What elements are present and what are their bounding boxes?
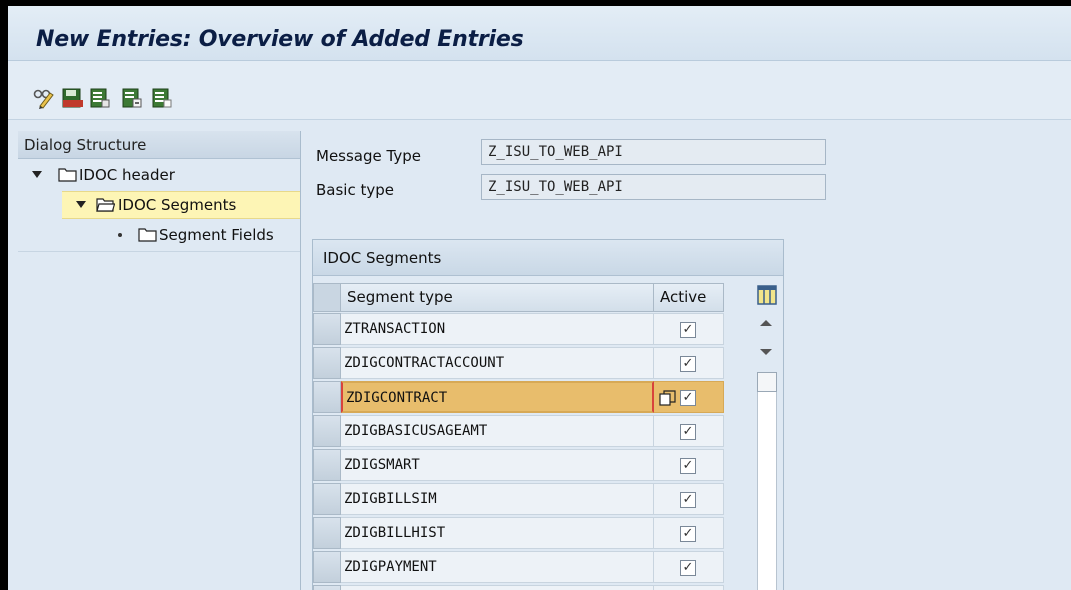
scroll-up-icon[interactable] [760,320,772,326]
table-header-row: Segment type Active [313,283,783,312]
active-cell: ✓ [654,347,724,379]
row-selector[interactable] [313,483,341,515]
open-folder-icon [96,198,115,212]
table-row[interactable] [313,584,733,590]
vertical-scrollbar[interactable] [753,312,781,590]
active-cell: ✓ [654,449,724,481]
deselect-all-icon[interactable] [150,86,174,110]
table-row[interactable]: ZDIGSMART ✓ [313,448,733,482]
expand-triangle-icon[interactable] [32,171,42,178]
tree-item-label: IDOC header [79,166,175,184]
table-row[interactable]: ZDIGBILLSIM ✓ [313,482,733,516]
active-checkbox[interactable]: ✓ [680,526,696,542]
change-display-icon[interactable] [32,86,56,110]
scrollbar-track[interactable] [757,372,777,590]
save-icon[interactable] [60,86,84,110]
active-cell: ✓ [654,415,724,447]
row-selector[interactable] [313,381,341,413]
active-checkbox[interactable]: ✓ [680,356,696,372]
active-checkbox[interactable]: ✓ [680,560,696,576]
dialog-structure-header: Dialog Structure [18,131,300,159]
dialog-structure-pane: Dialog Structure IDOC header IDOC Segmen… [18,131,301,590]
table-row[interactable]: ZDIGCONTRACTACCOUNT ✓ [313,346,733,380]
segment-type-cell[interactable]: ZDIGBASICUSAGEAMT [341,415,654,447]
table-row[interactable]: ZTRANSACTION ✓ [313,312,733,346]
row-selector[interactable] [313,415,341,447]
basic-type-label: Basic type [316,181,394,199]
table-row[interactable]: ZDIGPAYMENT ✓ [313,550,733,584]
basic-type-field[interactable]: Z_ISU_TO_WEB_API [481,174,826,200]
active-checkbox[interactable]: ✓ [680,458,696,474]
tree-item-label: IDOC Segments [118,196,237,214]
active-cell [654,585,724,590]
row-selector[interactable] [313,517,341,549]
tree-item-segment-fields[interactable]: Segment Fields [108,221,300,249]
tree-item-idoc-segments[interactable]: IDOC Segments [62,191,300,219]
table-settings-icon[interactable] [757,285,777,305]
active-cell: ✓ [654,517,724,549]
application-toolbar [8,61,1071,120]
page-title: New Entries: Overview of Added Entries [36,27,524,52]
active-checkbox[interactable]: ✓ [680,424,696,440]
table-row[interactable]: ZDIGBASICUSAGEAMT ✓ [313,414,733,448]
row-selector[interactable] [313,449,341,481]
active-cell: ✓ [654,551,724,583]
column-header-segment-type[interactable]: Segment type [341,283,654,312]
select-block-icon[interactable] [120,86,144,110]
segment-type-cell[interactable] [341,585,654,590]
copy-icon[interactable] [659,390,676,406]
table-title: IDOC Segments [313,240,783,276]
segment-type-cell[interactable]: ZDIGCONTRACT [341,381,654,413]
idoc-segments-table: IDOC Segments Segment type Active ZTRANS… [312,239,784,590]
sap-window: New Entries: Overview of Added Entries D… [8,6,1071,590]
active-checkbox[interactable]: ✓ [680,322,696,338]
table-row[interactable]: ZDIGBILLHIST ✓ [313,516,733,550]
active-checkbox[interactable]: ✓ [680,390,696,406]
active-checkbox[interactable]: ✓ [680,492,696,508]
message-type-field[interactable]: Z_ISU_TO_WEB_API [481,139,826,165]
select-all-icon[interactable] [88,86,112,110]
segment-type-cell[interactable]: ZDIGBILLHIST [341,517,654,549]
bullet-icon [118,233,122,237]
table-row-selected[interactable]: ZDIGCONTRACT ✓ [313,380,733,414]
column-header-active[interactable]: Active [654,283,724,312]
segment-type-cell[interactable]: ZDIGBILLSIM [341,483,654,515]
tree-item-idoc-header[interactable]: IDOC header [18,161,300,189]
message-type-label: Message Type [316,147,421,165]
folder-icon [138,228,157,242]
segment-type-cell[interactable]: ZDIGSMART [341,449,654,481]
scroll-down-icon[interactable] [760,349,772,355]
tree-item-label: Segment Fields [159,226,274,244]
row-selector[interactable] [313,347,341,379]
expand-triangle-icon[interactable] [76,201,86,208]
active-cell: ✓ [654,381,724,413]
scrollbar-thumb[interactable] [757,372,777,392]
segment-type-cell[interactable]: ZDIGPAYMENT [341,551,654,583]
active-cell: ✓ [654,483,724,515]
title-bar: New Entries: Overview of Added Entries [8,6,1071,61]
row-selector[interactable] [313,313,341,345]
select-all-rows-button[interactable] [313,283,341,312]
segment-type-cell[interactable]: ZTRANSACTION [341,313,654,345]
row-selector[interactable] [313,585,341,590]
active-cell: ✓ [654,313,724,345]
tree-divider [18,251,300,252]
folder-icon [58,168,77,182]
segment-type-cell[interactable]: ZDIGCONTRACTACCOUNT [341,347,654,379]
row-selector[interactable] [313,551,341,583]
